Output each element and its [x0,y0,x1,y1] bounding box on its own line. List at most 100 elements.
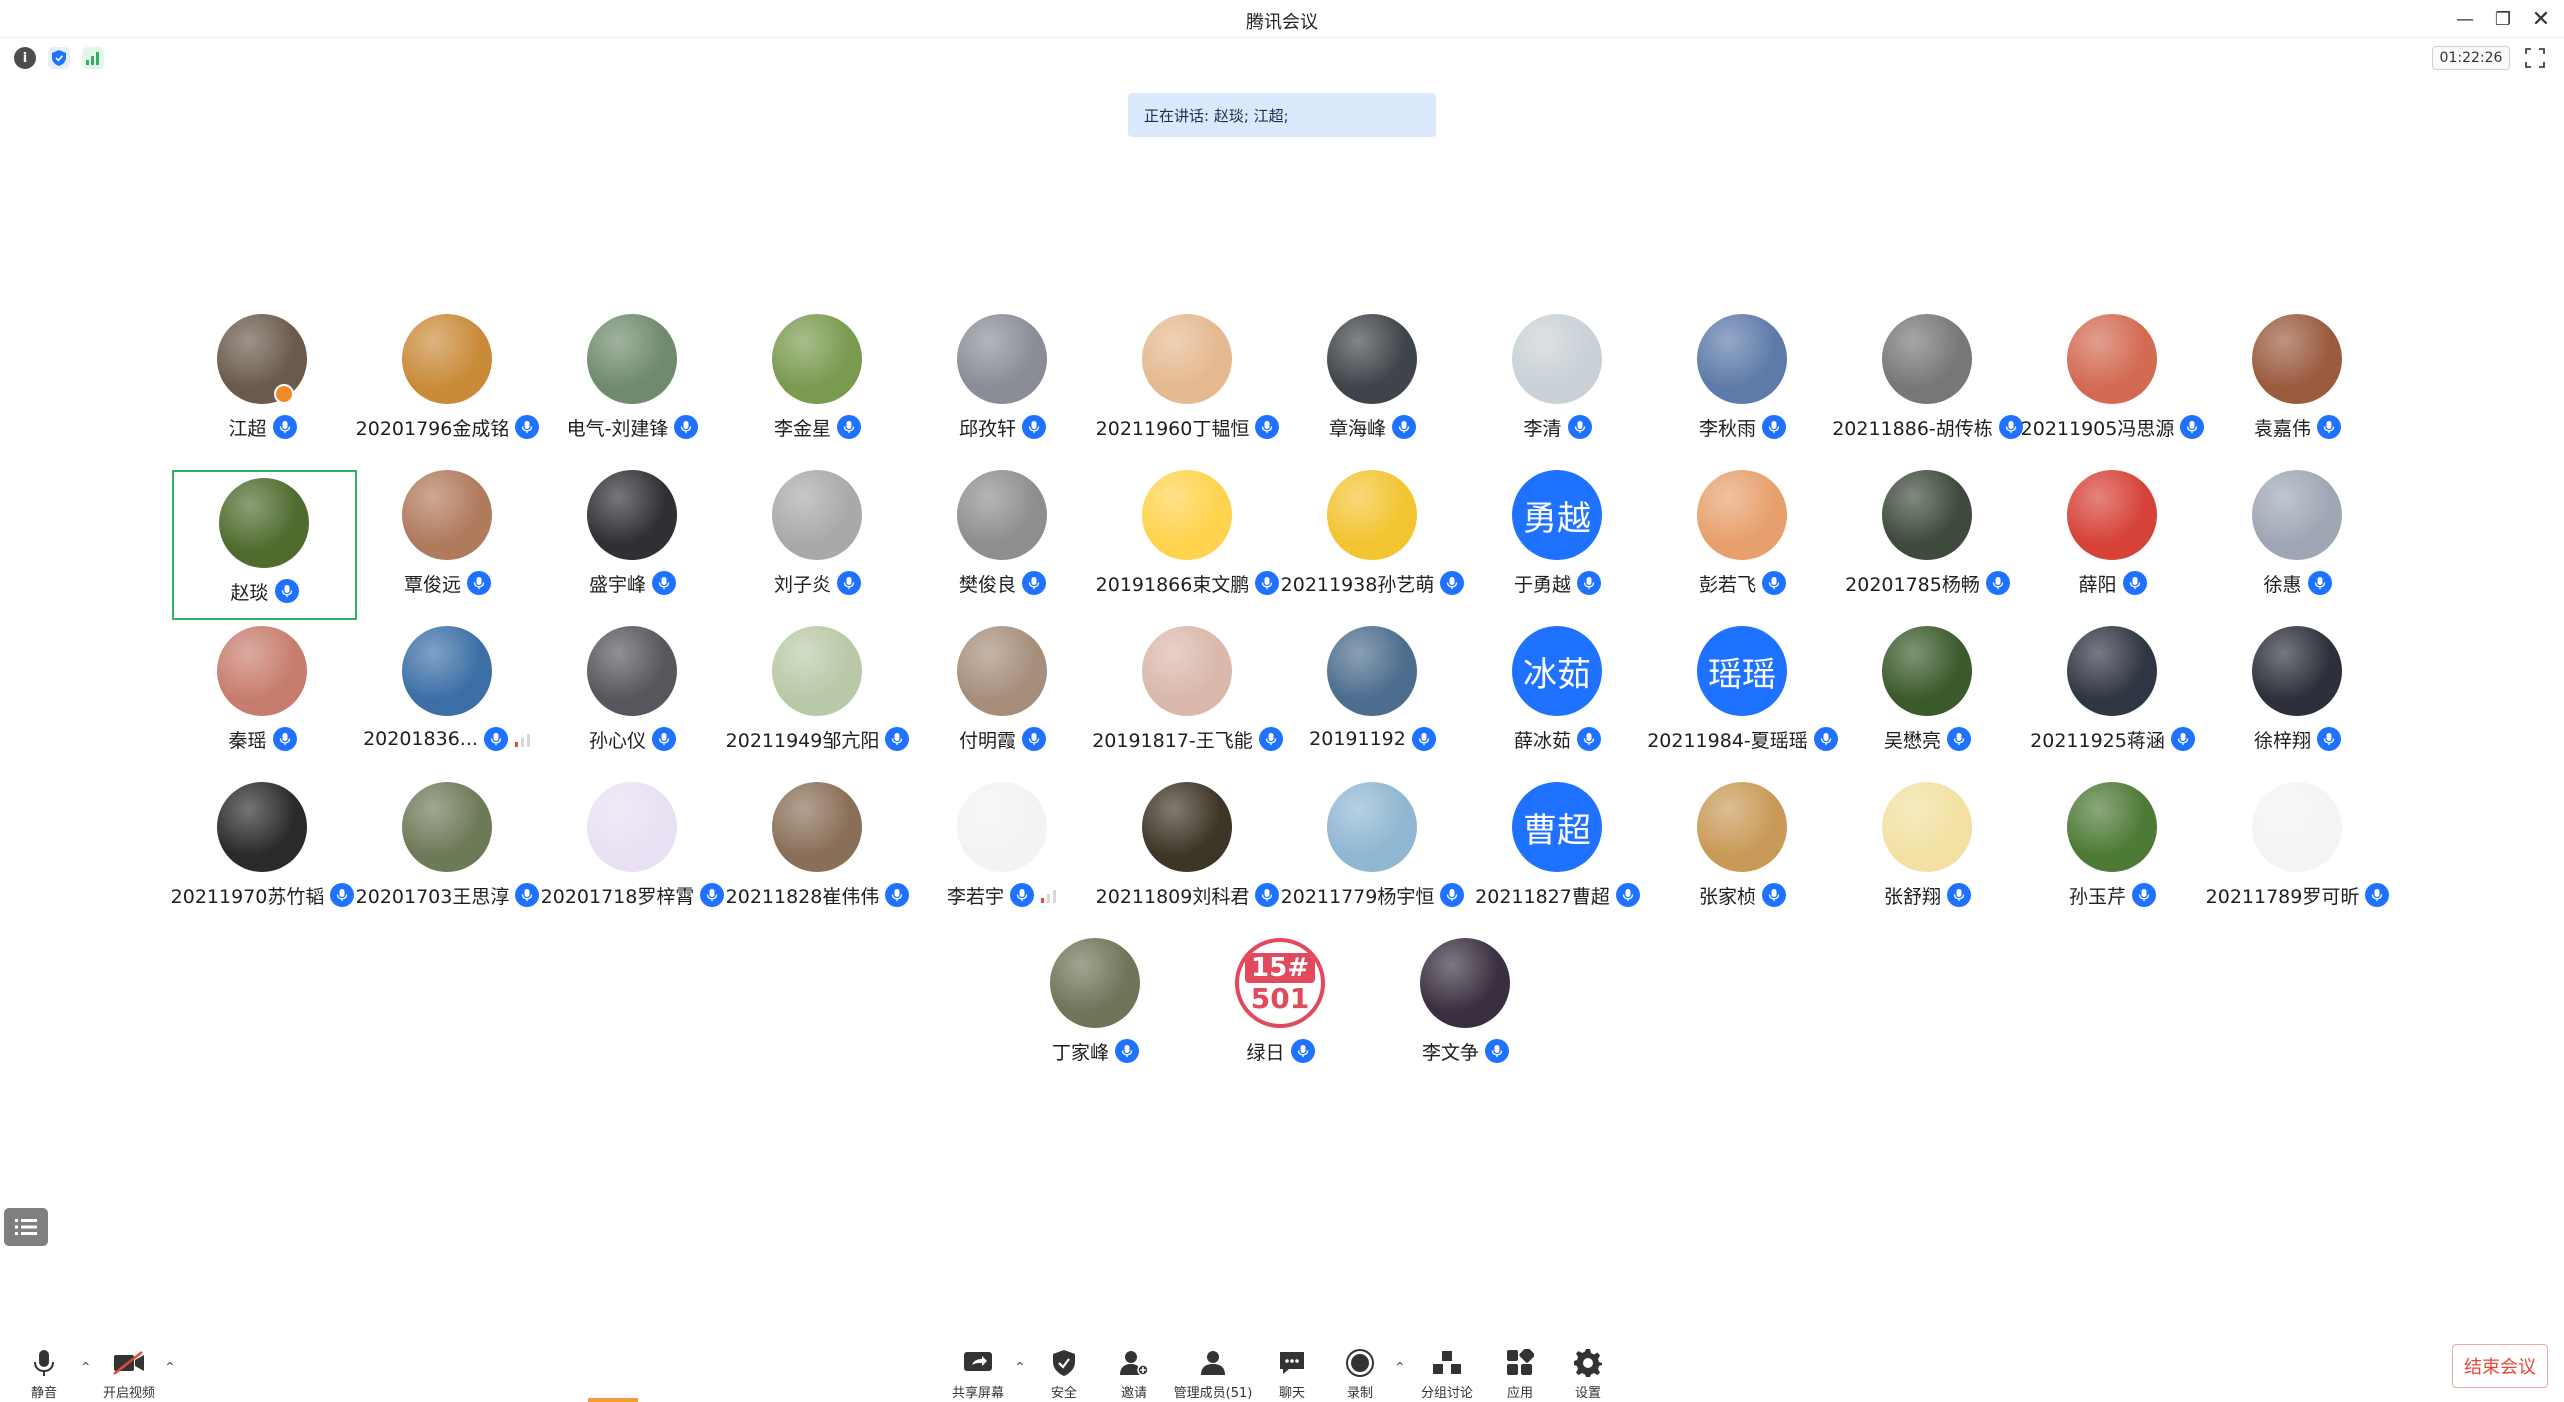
participant-tile[interactable]: 薛阳 [2020,456,2205,606]
participant-tile[interactable]: 李若宇 [910,768,1095,918]
avatar [1327,314,1417,404]
microphone-status-icon [1947,727,1971,751]
participant-tile[interactable]: 20201836... [355,612,540,762]
participant-tile[interactable]: 吴懋亮 [1835,612,2020,762]
participant-tile[interactable]: 20191192 [1280,612,1465,762]
participant-tile[interactable]: 20211938孙艺萌 [1280,456,1465,606]
apps-button[interactable]: 应用 [1500,1334,1540,1402]
security-button[interactable]: 安全 [1044,1334,1084,1402]
participant-tile[interactable]: 冰茹 薛冰茹 [1465,612,1650,762]
participant-tile[interactable]: 樊俊良 [910,456,1095,606]
participant-tile[interactable]: 20211779杨宇恒 [1280,768,1465,918]
participant-tile[interactable]: 20191866束文鹏 [1095,456,1280,606]
participant-tile[interactable]: 曹超 20211827曹超 [1465,768,1650,918]
avatar [402,314,492,404]
video-button[interactable]: 开启视频 [96,1334,162,1402]
participant-tile[interactable]: 李文争 [1373,924,1558,1074]
microphone-status-icon [674,415,699,439]
participant-tile[interactable]: 盛宇峰 [540,456,725,606]
participant-tile[interactable]: 电气-刘建锋 [540,300,725,450]
avatar [1697,314,1787,404]
avatar [772,782,862,872]
participant-tile[interactable]: 邱孜轩 [910,300,1095,450]
participant-tile[interactable]: 20211886-胡传栋 [1832,300,2023,450]
participant-tile[interactable]: 20201785杨畅 [1835,456,2020,606]
participant-tile[interactable]: 徐惠 [2205,456,2390,606]
microphone-status-icon [652,571,676,595]
participant-tile[interactable]: 覃俊远 [355,456,540,606]
participant-tile[interactable]: 20211960丁韫恒 [1095,300,1280,450]
security-label: 安全 [1050,1386,1077,1401]
participant-tile[interactable]: 孙玉芹 [2020,768,2205,918]
microphone-status-icon [1392,415,1416,439]
participant-tile[interactable]: 20201718罗梓霄 [540,768,725,918]
participant-tile[interactable]: 20211949邹亢阳 [725,612,910,762]
microphone-status-icon [2365,883,2390,907]
mute-options-chevron-icon[interactable]: ⌃ [80,1360,94,1376]
record-icon [1343,1346,1377,1380]
participant-name: 20211779杨宇恒 [1280,885,1435,908]
participant-tile[interactable]: 李秋雨 [1650,300,1835,450]
network-signal-icon[interactable] [82,47,104,69]
record-options-chevron-icon[interactable]: ⌃ [1394,1360,1408,1376]
avatar [1327,782,1417,872]
participant-tile[interactable]: 章海峰 [1280,300,1465,450]
participant-tile[interactable]: 20201703王思淳 [355,768,540,918]
minimize-icon[interactable]: — [2448,4,2482,34]
microphone-status-icon [2122,571,2147,595]
participant-tile[interactable]: 李金星 [725,300,910,450]
participant-name: 覃俊远 [403,573,461,596]
invite-button[interactable]: 邀请 [1114,1334,1154,1402]
info-icon[interactable]: i [14,47,36,69]
participant-tile[interactable]: 张舒翔 [1835,768,2020,918]
participant-tile[interactable]: 孙心仪 [540,612,725,762]
end-meeting-button[interactable]: 结束会议 [2452,1344,2548,1388]
participant-tile[interactable]: 张家桢 [1650,768,1835,918]
share-options-chevron-icon[interactable]: ⌃ [1014,1360,1028,1376]
participant-tile[interactable]: 彭若飞 [1650,456,1835,606]
participant-tile[interactable]: 15# 501 绿日 [1188,924,1373,1074]
participant-tile[interactable]: 20211925蒋涵 [2020,612,2205,762]
avatar [402,470,492,560]
shield-icon[interactable] [48,47,70,69]
video-options-chevron-icon[interactable]: ⌃ [164,1360,178,1376]
participant-tile[interactable]: 20191817-王飞能 [1092,612,1283,762]
record-button[interactable]: 录制 [1340,1334,1380,1402]
participant-tile[interactable]: 江超 [170,300,355,450]
fullscreen-icon[interactable] [2524,47,2546,69]
microphone-status-icon [652,727,676,751]
avatar: 冰茹 [1512,626,1602,716]
breakout-rooms-button[interactable]: 分组讨论 [1414,1334,1480,1402]
list-view-icon[interactable] [4,1208,48,1246]
participant-name: 20191866束文鹏 [1095,573,1250,596]
participant-tile[interactable]: 李清 [1465,300,1650,450]
participant-tile[interactable]: 袁嘉伟 [2205,300,2390,450]
avatar [587,782,677,872]
participant-tile[interactable]: 付明霞 [910,612,1095,762]
restore-icon[interactable]: ❐ [2486,4,2520,34]
mute-button[interactable]: 静音 [20,1334,68,1402]
participant-name: 20211789罗可昕 [2205,885,2360,908]
participant-tile[interactable]: 20201796金成铭 [355,300,540,450]
microphone-status-icon [272,727,297,751]
participant-tile[interactable]: 丁家峰 [1003,924,1188,1074]
manage-members-button[interactable]: 管理成员(51) [1170,1334,1256,1402]
chat-button[interactable]: 聊天 [1272,1334,1312,1402]
participant-tile[interactable]: 20211828崔伟伟 [725,768,910,918]
avatar-badge-top: 15# [1245,953,1315,983]
participant-name: 20211886-胡传栋 [1832,417,1993,440]
participant-tile[interactable]: 秦瑶 [170,612,355,762]
participant-tile[interactable]: 瑶瑶 20211984-夏瑶瑶 [1647,612,1838,762]
participant-tile[interactable]: 赵琰 [172,470,357,620]
participant-tile[interactable]: 刘子炎 [725,456,910,606]
participant-tile[interactable]: 20211789罗可昕 [2205,768,2390,918]
participant-tile[interactable]: 20211809刘科君 [1095,768,1280,918]
participant-tile[interactable]: 勇越 于勇越 [1465,456,1650,606]
participant-name: 丁家峰 [1051,1041,1109,1064]
settings-button[interactable]: 设置 [1568,1334,1608,1402]
participant-tile[interactable]: 徐梓翔 [2205,612,2390,762]
close-icon[interactable]: ✕ [2524,4,2558,34]
share-screen-button[interactable]: 共享屏幕 [946,1334,1010,1402]
participant-tile[interactable]: 20211905冯思源 [2020,300,2205,450]
participant-tile[interactable]: 20211970苏竹韬 [170,768,355,918]
